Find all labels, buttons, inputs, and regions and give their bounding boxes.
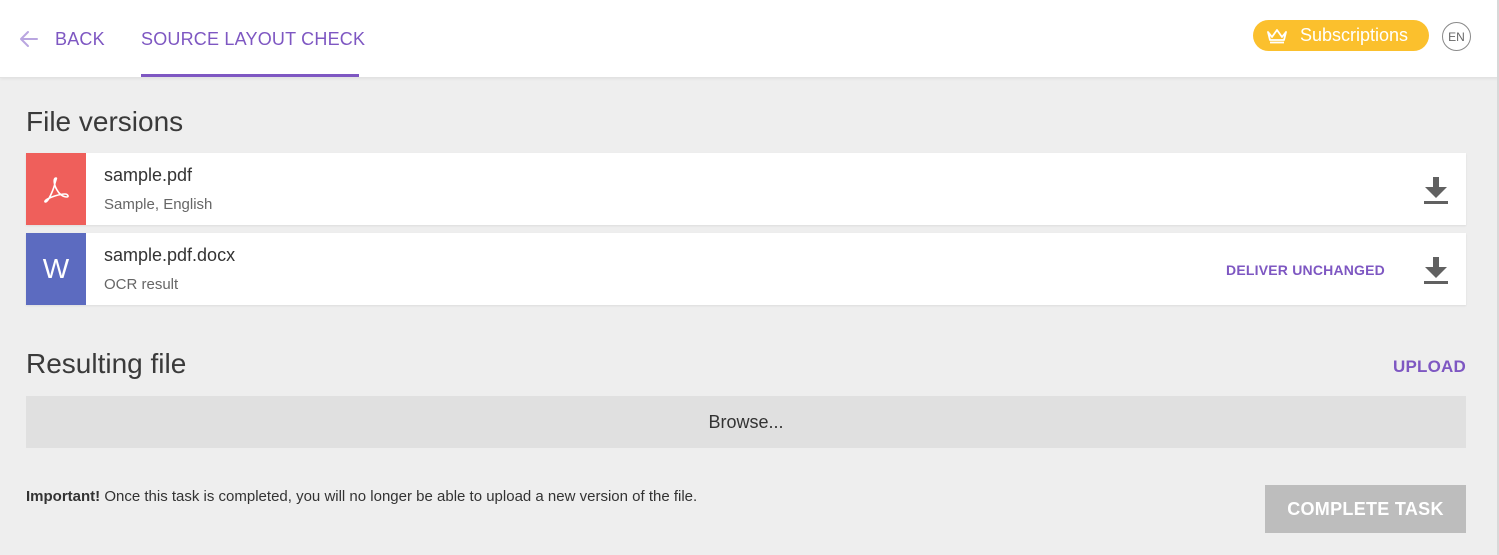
word-icon: W: [26, 233, 86, 305]
top-bar: BACK SOURCE LAYOUT CHECK Subscriptions E…: [0, 0, 1499, 78]
file-row: sample.pdf Sample, English: [26, 153, 1466, 225]
file-name: sample.pdf.docx: [104, 245, 236, 265]
file-description: OCR result: [104, 276, 179, 293]
file-description: Sample, English: [104, 196, 213, 213]
file-name: sample.pdf: [104, 165, 193, 185]
resulting-file-title: Resulting file: [26, 348, 187, 379]
back-button[interactable]: BACK: [55, 29, 105, 50]
back-arrow-icon[interactable]: [19, 30, 39, 48]
important-label: Important!: [26, 488, 101, 505]
tab-source-layout-check[interactable]: SOURCE LAYOUT CHECK: [141, 29, 365, 78]
crown-icon: [1267, 28, 1287, 43]
active-tab-indicator: [141, 74, 359, 77]
download-icon[interactable]: [1422, 175, 1450, 205]
upload-button[interactable]: UPLOAD: [1393, 357, 1466, 377]
file-row: W sample.pdf.docx OCR result DELIVER UNC…: [26, 233, 1466, 305]
language-switcher[interactable]: EN: [1442, 22, 1471, 51]
subscriptions-label: Subscriptions: [1300, 25, 1409, 45]
pdf-icon: [26, 153, 86, 225]
download-icon[interactable]: [1422, 255, 1450, 285]
complete-task-button[interactable]: COMPLETE TASK: [1265, 485, 1466, 533]
file-versions-title: File versions: [26, 106, 184, 137]
acrobat-icon: [44, 177, 69, 203]
important-text: Once this task is completed, you will no…: [100, 488, 698, 505]
browse-file-button[interactable]: Browse...: [26, 396, 1466, 448]
subscriptions-button[interactable]: Subscriptions: [1253, 20, 1429, 51]
important-note: Important! Once this task is completed, …: [26, 488, 697, 505]
deliver-unchanged-button[interactable]: DELIVER UNCHANGED: [1226, 262, 1385, 278]
